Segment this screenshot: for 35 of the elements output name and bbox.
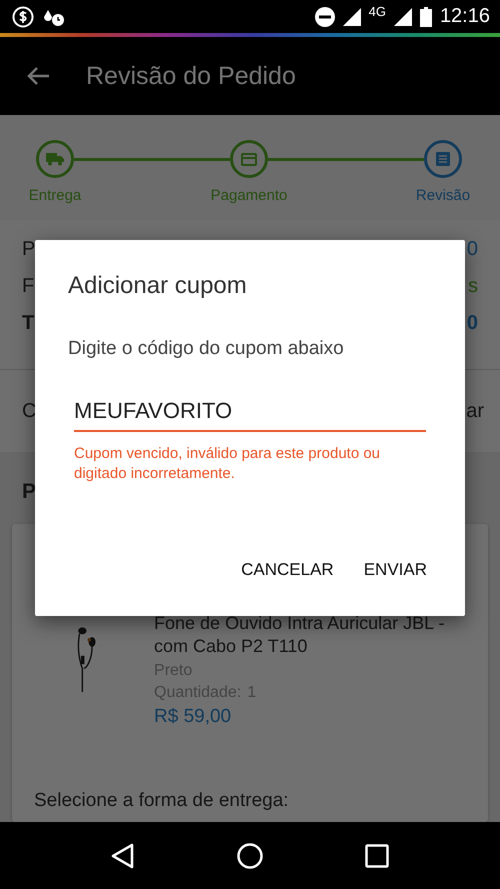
signal-icon [394,8,412,26]
step-label: Revisão [416,187,470,204]
error-message: Cupom vencido, inválido para este produto ou digitado incorretamente. [74,444,382,484]
clock: 12:16 [440,5,490,28]
summary-value: 0 [466,238,478,261]
summary-label: T [22,312,34,335]
summary-label: F [22,275,34,298]
do-not-disturb-icon [314,6,335,26]
document-icon [436,152,450,166]
back-icon[interactable] [111,842,135,868]
step-label: Entrega [28,187,82,204]
product-name: Fone de Ouvido Intra Auricular JBL - com Cabo P2 T110 [154,612,446,658]
credit-card-icon [241,152,257,166]
recents-icon[interactable] [365,844,389,868]
delivery-heading: Selecione a forma de entrega: [34,790,290,812]
dialog-message: Digite o código do cupom abaixo [68,338,345,360]
back-arrow-icon[interactable] [26,66,50,86]
summary-label: P [22,238,36,261]
coupon-input-field[interactable]: MEUFAVORITO [74,398,426,432]
screen-title: Revisão do Pedido [86,62,296,90]
dialog-button[interactable]: CANCELAR [231,552,344,588]
section-heading: P [22,480,38,504]
coupon-label: C [22,400,36,422]
signal-icon [342,8,361,26]
summary-value: s [468,275,478,298]
battery-icon [420,6,432,26]
home-icon[interactable] [237,842,263,868]
truck-icon [46,152,64,166]
product-price: R$ 59,00 [154,706,232,728]
step-label: Pagamento [210,187,288,204]
dialog-button[interactable]: ENVIAR [354,552,437,588]
dialog-title: Adicionar cupom [68,272,248,300]
dollar-icon [12,6,34,28]
network-type: 4G [368,4,386,19]
summary-value: 0 [466,312,478,335]
